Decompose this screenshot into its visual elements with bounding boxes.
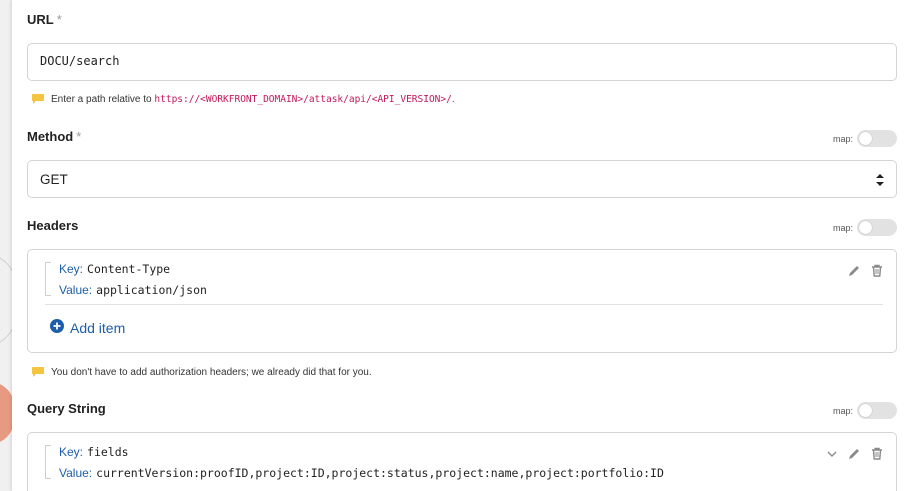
map-switch[interactable]	[857, 402, 897, 419]
header-item[interactable]: Key: Content-Type Value: application/json	[45, 262, 885, 298]
url-input-value: DOCU/search	[40, 54, 120, 68]
map-label: map:	[832, 405, 853, 416]
query-key-row: Key: fields	[59, 445, 129, 459]
method-select[interactable]: GET	[27, 160, 897, 198]
pencil-icon[interactable]	[848, 447, 861, 460]
headers-label: Headers	[27, 218, 79, 233]
query-map-toggle[interactable]: map:	[833, 402, 897, 419]
headers-hint: You don't have to add authorization head…	[31, 366, 372, 378]
panel-pointer	[13, 401, 24, 421]
comment-icon	[31, 366, 45, 378]
plus-circle-icon	[50, 319, 64, 336]
query-item[interactable]: Key: fields Value: currentVersion:proofID,…	[45, 445, 885, 481]
add-item-button[interactable]: Add item	[50, 319, 125, 336]
trash-icon[interactable]	[871, 447, 883, 460]
method-map-toggle[interactable]: map:	[833, 130, 897, 147]
select-arrows-icon	[876, 173, 884, 187]
method-select-value: GET	[40, 172, 68, 187]
method-label: Method *	[27, 129, 82, 144]
query-string-collection: Key: fields Value: currentVersion:proofID,…	[27, 432, 897, 491]
headers-collection: Key: Content-Type Value: application/json …	[27, 249, 897, 353]
map-switch[interactable]	[857, 130, 897, 147]
query-value-row: Value: currentVersion:proofID,project:ID,…	[59, 466, 664, 480]
pencil-icon[interactable]	[848, 264, 861, 277]
map-switch[interactable]	[857, 219, 897, 236]
url-hint: Enter a path relative to https://<WORKFR…	[31, 93, 455, 105]
header-value-row: Value: application/json	[59, 283, 207, 297]
comment-icon	[31, 93, 45, 105]
headers-map-toggle[interactable]: map:	[833, 219, 897, 236]
add-item-label: Add item	[70, 319, 126, 336]
header-key-row: Key: Content-Type	[59, 262, 171, 276]
url-hint-code: https://<WORKFRONT_DOMAIN>/attask/api/<A…	[154, 93, 452, 105]
query-string-label: Query String	[27, 401, 106, 416]
trash-icon[interactable]	[871, 264, 883, 277]
map-label: map:	[832, 222, 853, 233]
url-label: URL *	[27, 12, 62, 27]
map-label: map:	[832, 133, 853, 144]
chevron-down-icon[interactable]	[826, 448, 838, 460]
url-input[interactable]: DOCU/search	[27, 43, 897, 81]
